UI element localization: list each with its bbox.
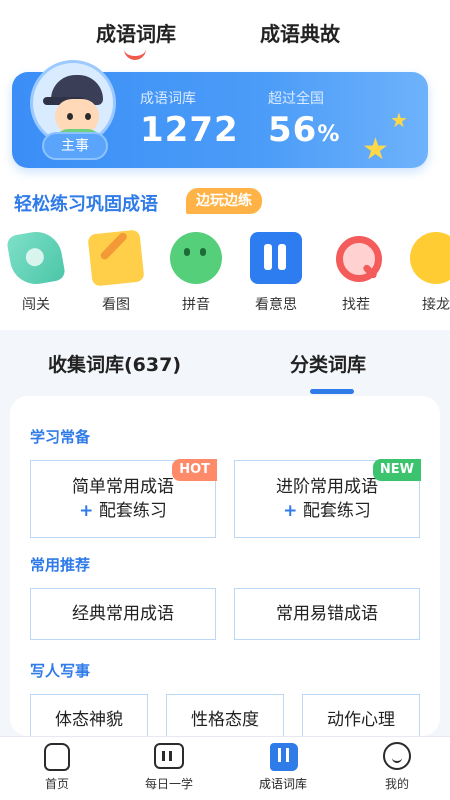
practice-item-label: 看意思 [255,297,297,313]
practice-item-label: 找茬 [342,297,370,313]
nav-daily[interactable]: 每日一学 [124,741,214,792]
meaning-icon [250,232,302,284]
stat-label-rank: 超过全国 [268,91,324,107]
section-title-study: 学习常备 [30,428,91,446]
eye [85,113,91,120]
stat-value-rank: 56% [268,110,340,150]
picture-icon [87,229,145,287]
nav-library[interactable]: 成语词库 [238,741,328,792]
card-error-prone-idioms[interactable]: 常用易错成语 [234,588,420,640]
library-icon-shape [270,743,298,771]
nav-label: 成语词库 [258,777,307,791]
pinyin-icon [170,232,222,284]
practice-item-label: 闯关 [22,297,50,313]
card-advanced-idioms[interactable]: 进阶常用成语 + 配套练习 NEW [234,459,421,538]
home-icon [40,741,74,771]
practice-title: 轻松练习巩固成语 [14,194,158,215]
smile-icon [380,741,414,771]
stat-value-library: 1272 [140,110,239,150]
card-basic-idioms[interactable]: 简单常用成语 + 配套练习 HOT [30,459,217,538]
card-subtitle: + 配套练习 [235,499,419,523]
home-base [44,753,70,771]
nav-label: 我的 [384,777,409,791]
practice-item-label: 看图 [102,297,130,313]
daily-icon-shape [154,743,184,769]
top-tabs: 成语词库 成语典故 [0,18,450,62]
star-icon: ★ [362,132,389,167]
smile-icon-shape [383,742,411,770]
bottom-nav: 首页 每日一学 成语词库 我的 [0,736,450,800]
nav-label: 每日一学 [144,777,193,791]
tab-collected-library[interactable]: 收集词库(637) [48,350,181,377]
library-icon [266,741,300,771]
card-subtitle-text: 配套练习 [98,501,167,521]
rocket-icon [5,227,67,289]
practice-item-label: 拼音 [182,297,210,313]
tab-category-library[interactable]: 分类词库 [290,350,366,377]
card-action-mind[interactable]: 动作心理 [302,694,420,736]
practice-item-meaning[interactable]: 看意思 [246,232,306,314]
section-title-recommend: 常用推荐 [30,556,91,574]
magnifier-icon [330,232,382,284]
stats-card[interactable]: 主事 成语词库 1272 超过全国 56% ★ ★ [12,60,428,168]
section-title-people: 写人写事 [30,662,91,680]
library-tabs: 收集词库(637) 分类词库 [0,330,450,396]
role-badge: 主事 [42,132,108,160]
card-classic-idioms[interactable]: 经典常用成语 [30,588,216,640]
practice-item-zhaocha[interactable]: 找茬 [326,232,386,314]
category-panel: 学习常备 简单常用成语 + 配套练习 HOT 进阶常用成语 + 配套练习 NEW… [10,396,440,736]
nav-home[interactable]: 首页 [12,741,102,792]
plus-icon: + [283,501,298,521]
active-tab-underline [310,389,354,394]
new-badge: NEW [372,459,421,481]
daily-icon [152,741,186,771]
tab-idiom-stories[interactable]: 成语典故 [260,18,340,47]
card-appearance[interactable]: 体态神貌 [30,694,148,736]
practice-tag: 边玩边练 [186,188,262,214]
card-personality[interactable]: 性格态度 [166,694,284,736]
top-area: 成语词库 成语典故 主事 成语词库 1272 超过全国 56% ★ ★ 轻松练习… [0,0,450,330]
eye [67,113,73,120]
stat-value-rank-number: 56 [268,110,318,150]
card-subtitle-text: 配套练习 [302,501,371,521]
practice-item-label: 接龙 [422,297,450,313]
active-tab-indicator [124,48,146,60]
stat-label-library: 成语词库 [140,91,196,107]
jielong-icon [410,232,450,284]
practice-item-jielong[interactable]: 接龙 [406,232,450,314]
practice-icon-row: 闯关 看图 拼音 看意思 找茬 接龙 [0,227,450,318]
percent-sign: % [317,122,341,147]
nav-mine[interactable]: 我的 [352,741,442,792]
card-subtitle: + 配套练习 [31,499,215,523]
hot-badge: HOT [172,459,217,481]
star-icon: ★ [390,108,408,132]
practice-item-chuangguan[interactable]: 闯关 [5,227,67,314]
plus-icon: + [79,501,94,521]
practice-item-pinyin[interactable]: 拼音 [166,232,226,314]
nav-label: 首页 [44,777,69,791]
tab-idiom-library[interactable]: 成语词库 [96,18,176,47]
practice-item-kantu[interactable]: 看图 [86,229,146,314]
